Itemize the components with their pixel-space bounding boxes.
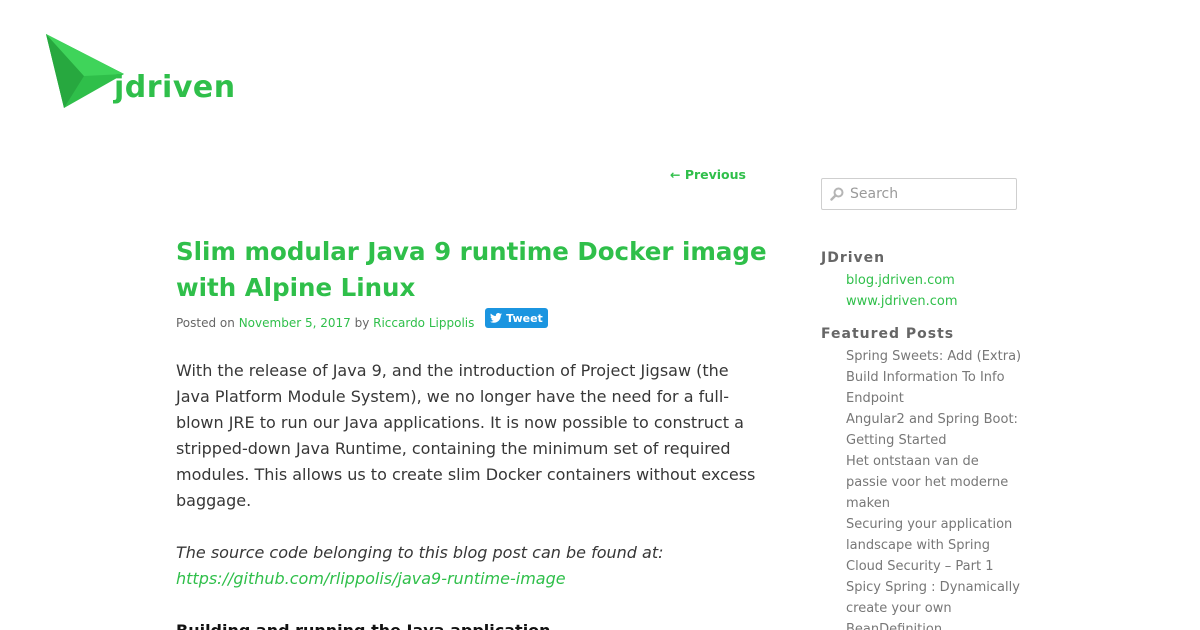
author-link[interactable]: Riccardo Lippolis — [373, 316, 474, 330]
featured-post-link[interactable]: Getting Started — [846, 433, 947, 448]
blog-jdriven-link[interactable]: blog.jdriven.com — [846, 273, 955, 288]
by-label: by — [354, 316, 370, 330]
featured-post-link[interactable]: Spring Sweets: Add (Extra) — [846, 349, 1021, 364]
github-repo-link[interactable]: https://github.com/rlippolis/java9-runti… — [176, 569, 566, 588]
source-intro-text: The source code belonging to this blog p… — [176, 543, 664, 562]
featured-post-link[interactable]: Endpoint — [846, 391, 904, 406]
intro-paragraph: With the release of Java 9, and the intr… — [176, 361, 756, 510]
list-item: blog.jdriven.com — [846, 270, 1036, 291]
search-icon — [830, 187, 844, 201]
featured-post-line: Build Information To Info — [846, 367, 1036, 388]
featured-post-line: maken — [846, 493, 1036, 514]
search-input[interactable] — [850, 186, 1010, 202]
tweet-label: Tweet — [506, 311, 543, 325]
featured-post-line: Cloud Security – Part 1 — [846, 556, 1036, 577]
featured-post-link[interactable]: landscape with Spring — [846, 538, 990, 553]
featured-post-link[interactable]: passie voor het moderne — [846, 475, 1008, 490]
previous-post-link[interactable]: ← Previous — [670, 167, 746, 182]
featured-post-line: passie voor het moderne — [846, 472, 1036, 493]
search-box[interactable] — [821, 178, 1017, 210]
featured-post-line: Angular2 and Spring Boot: — [846, 409, 1036, 430]
featured-posts-title: Featured Posts — [821, 326, 955, 342]
www-jdriven-link[interactable]: www.jdriven.com — [846, 294, 957, 309]
logo-wordmark: jdriven — [114, 70, 236, 105]
featured-post-link[interactable]: BeanDefinition — [846, 622, 942, 630]
twitter-bird-icon — [490, 313, 503, 323]
featured-post-line: Spring Sweets: Add (Extra) — [846, 346, 1036, 367]
jdriven-widget-title: JDriven — [821, 250, 886, 266]
featured-post-link[interactable]: create your own — [846, 601, 952, 616]
post-title[interactable]: Slim modular Java 9 runtime Docker image… — [176, 234, 776, 306]
featured-post-line: Getting Started — [846, 430, 1036, 451]
featured-post-link[interactable]: Cloud Security – Part 1 — [846, 559, 993, 574]
section-heading: Building and running the Java applicatio… — [176, 618, 762, 630]
featured-post-line: BeanDefinition — [846, 619, 1036, 630]
featured-post-line: Spicy Spring : Dynamically — [846, 577, 1036, 598]
source-paragraph: The source code belonging to this blog p… — [176, 540, 762, 592]
featured-posts-list: Spring Sweets: Add (Extra) Build Informa… — [846, 346, 1036, 630]
jdriven-links-list: blog.jdriven.com www.jdriven.com — [846, 270, 1036, 312]
post-meta: Posted on November 5, 2017 by Riccardo L… — [176, 316, 474, 330]
list-item: www.jdriven.com — [846, 291, 1036, 312]
featured-post-link[interactable]: Spicy Spring : Dynamically — [846, 580, 1020, 595]
featured-post-line: Securing your application — [846, 514, 1036, 535]
featured-post-line: Het ontstaan van de — [846, 451, 1036, 472]
posted-on-label: Posted on — [176, 316, 235, 330]
featured-post-link[interactable]: Het ontstaan van de — [846, 454, 979, 469]
featured-post-line: Endpoint — [846, 388, 1036, 409]
featured-post-line: create your own — [846, 598, 1036, 619]
tweet-button[interactable]: Tweet — [485, 308, 548, 328]
featured-post-link[interactable]: maken — [846, 496, 890, 511]
site-logo[interactable]: jdriven — [44, 32, 244, 114]
featured-post-link[interactable]: Build Information To Info — [846, 370, 1005, 385]
featured-post-link[interactable]: Securing your application — [846, 517, 1012, 532]
featured-post-link[interactable]: Angular2 and Spring Boot: — [846, 412, 1018, 427]
featured-post-line: landscape with Spring — [846, 535, 1036, 556]
post-content: With the release of Java 9, and the intr… — [176, 358, 762, 630]
post-date-link[interactable]: November 5, 2017 — [239, 316, 351, 330]
